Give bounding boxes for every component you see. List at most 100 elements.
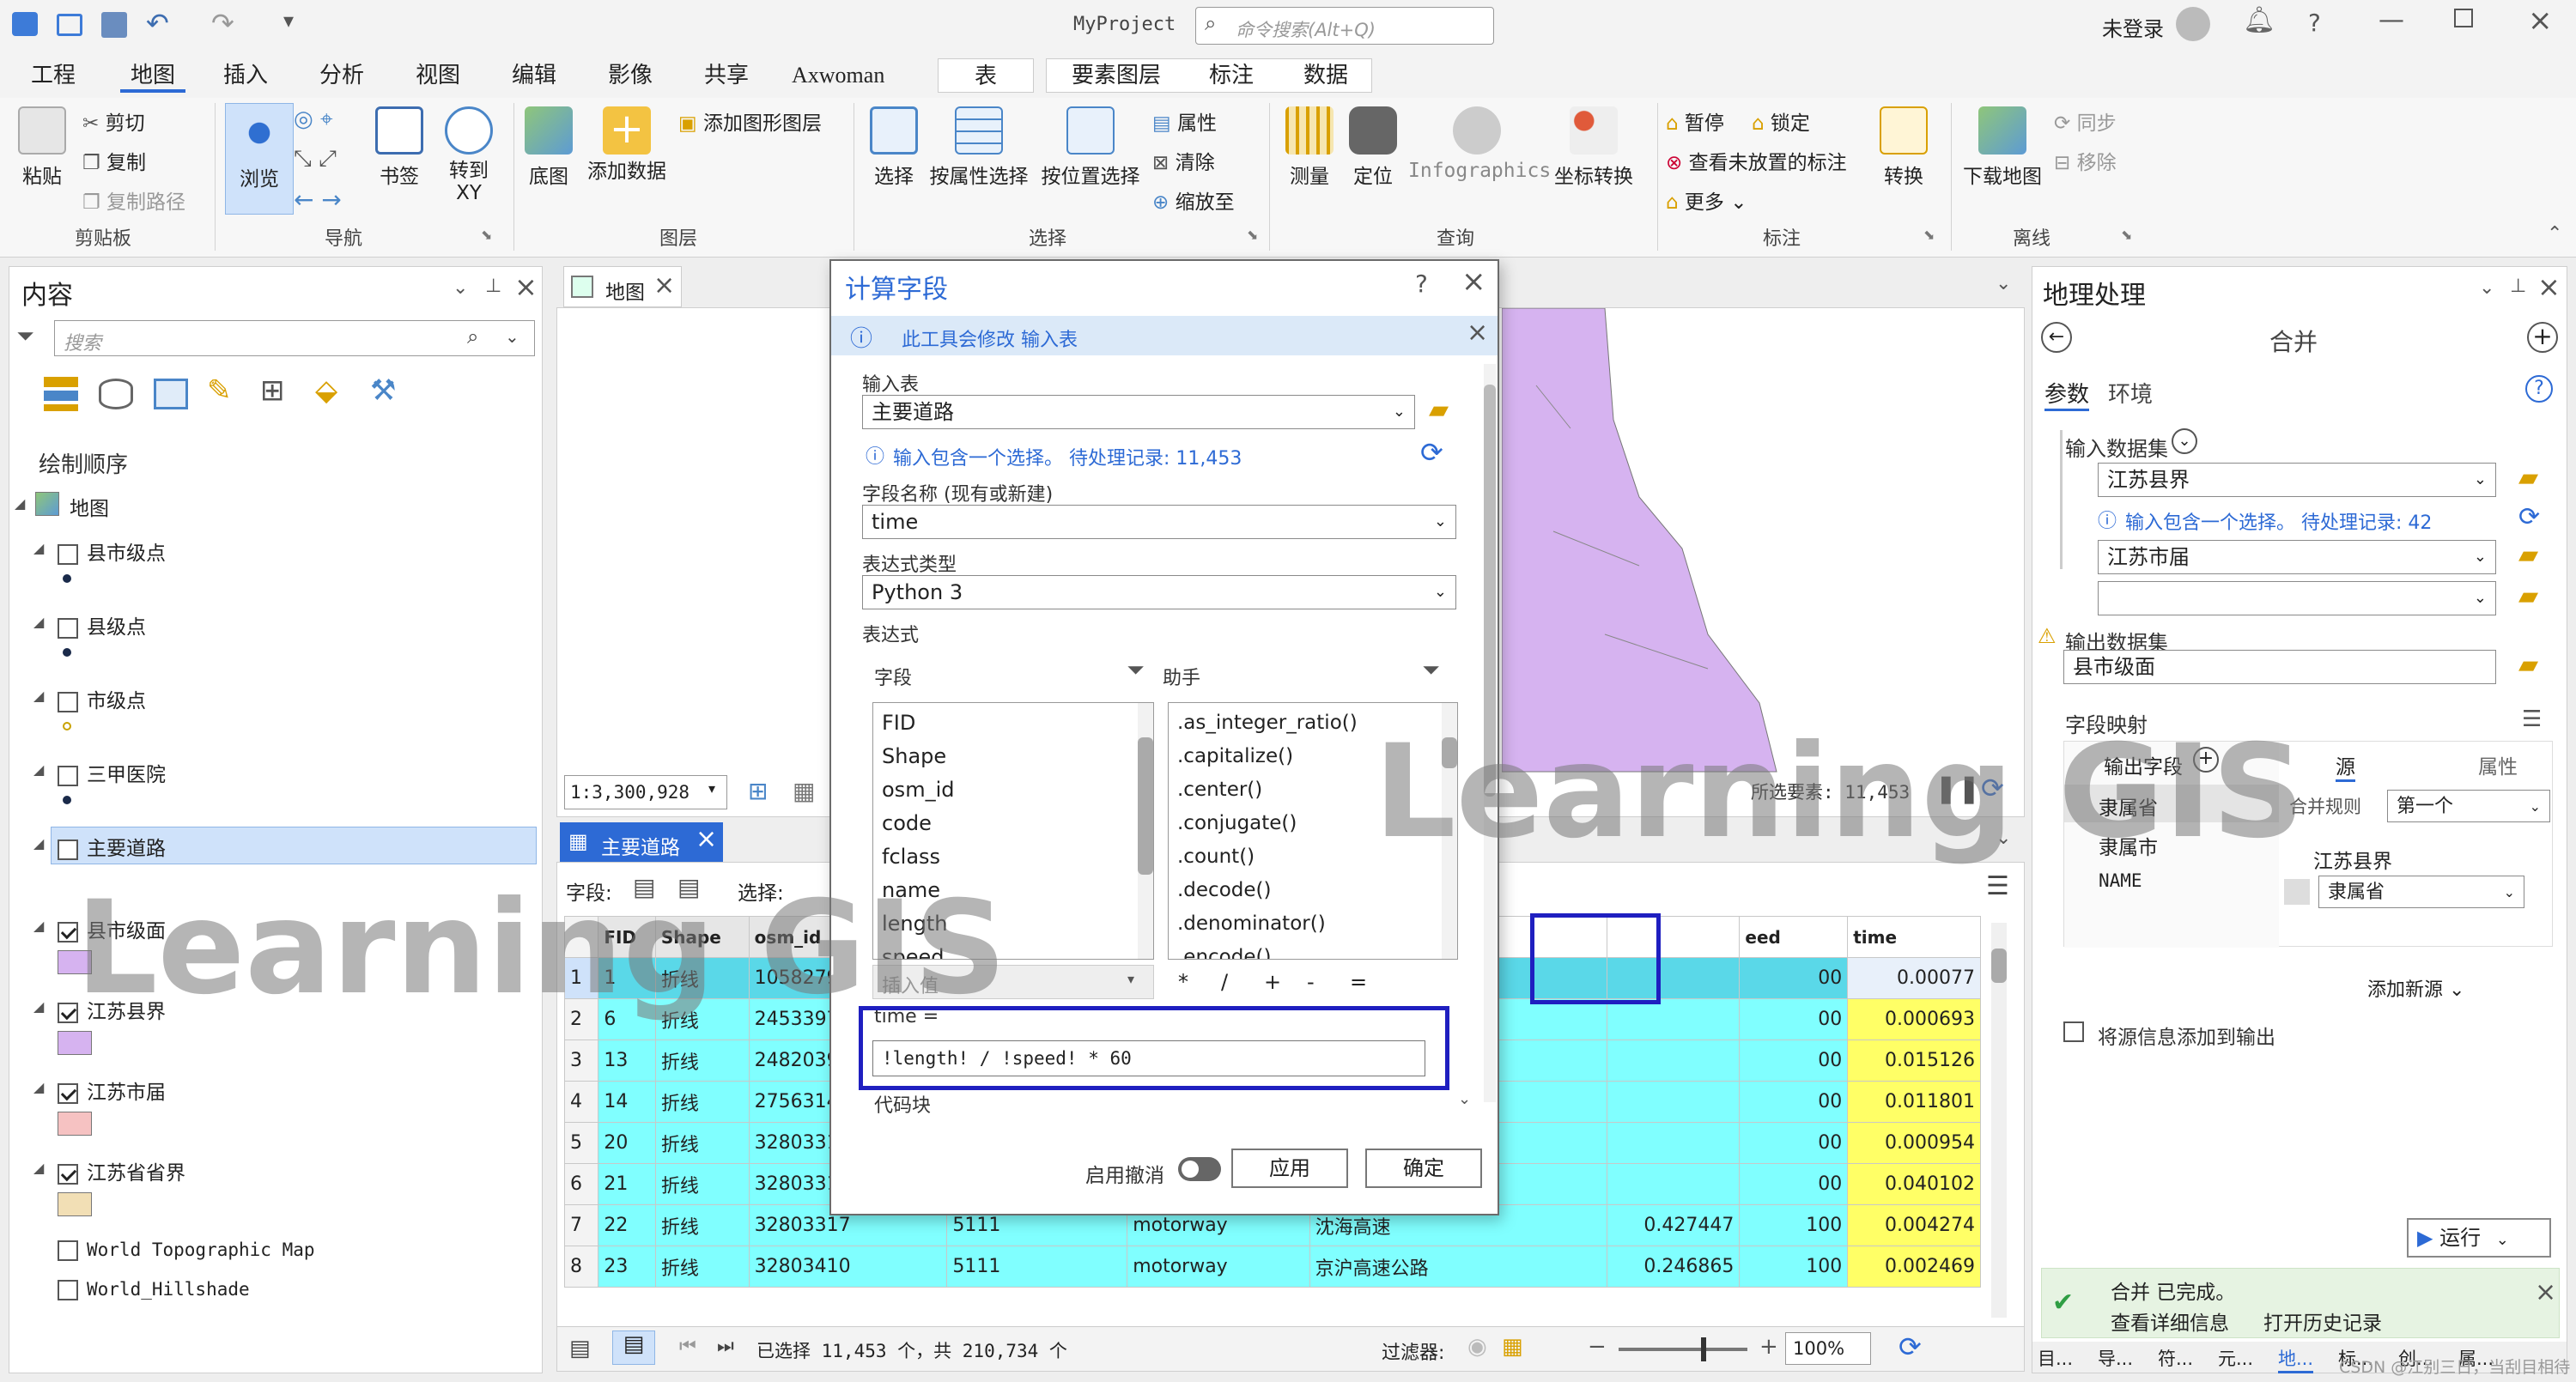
map-node[interactable]: 地图 bbox=[70, 492, 109, 521]
layer-visibility-checkbox[interactable] bbox=[58, 1002, 78, 1023]
table-row[interactable]: 8 23 折线 32803410 5111 motorway 京沪高速公路 0.246865 1… bbox=[563, 1246, 1981, 1288]
helpers-list[interactable]: .as_integer_ratio() .capitalize() .center(… bbox=[1168, 702, 1458, 960]
expand-icon[interactable]: ◢ bbox=[33, 540, 44, 556]
apply-button[interactable]: 应用 bbox=[1231, 1149, 1348, 1188]
field-name-select[interactable]: time ⌄ bbox=[862, 505, 1456, 539]
zoom-in-icon[interactable]: + bbox=[1759, 1334, 1778, 1360]
user-label[interactable]: 未登录 bbox=[2102, 12, 2164, 42]
column-header[interactable]: time bbox=[1847, 916, 1981, 958]
show-selected-icon[interactable]: ▤ bbox=[612, 1330, 655, 1365]
row-number[interactable]: 5 bbox=[563, 1122, 599, 1164]
layer-visibility-checkbox[interactable] bbox=[58, 1240, 78, 1261]
list-by-perspective-icon[interactable]: ⚒ bbox=[370, 373, 396, 408]
merge-rule-select[interactable]: 第一个 ⌄ bbox=[2387, 790, 2550, 822]
operator-button[interactable]: + bbox=[1264, 970, 1281, 994]
layer-visibility-checkbox[interactable] bbox=[58, 691, 78, 712]
chevron-down-icon[interactable]: ⌄ bbox=[1996, 827, 2011, 849]
enable-undo-toggle[interactable] bbox=[1178, 1157, 1221, 1181]
paste-button[interactable]: 粘贴 bbox=[12, 106, 72, 189]
helper-list-item[interactable]: .encode() bbox=[1177, 941, 1449, 959]
field-list-item[interactable]: length bbox=[882, 907, 1145, 941]
input-dataset-1[interactable]: 江苏县界 ⌄ bbox=[2098, 463, 2496, 497]
list-by-source-icon[interactable] bbox=[99, 379, 133, 409]
refresh-icon[interactable]: ⟳ bbox=[1899, 1330, 1922, 1363]
minimize-icon[interactable]: — bbox=[2379, 5, 2404, 35]
list-by-editing-icon[interactable]: ✎ bbox=[207, 373, 232, 408]
show-all-icon[interactable]: ▤ bbox=[569, 1336, 591, 1361]
output-dataset-input[interactable]: 县市级面 bbox=[2063, 650, 2496, 684]
selected-field-row[interactable] bbox=[2064, 785, 2279, 822]
bookmarks-button[interactable]: 书签 bbox=[369, 106, 429, 189]
map-view-tab[interactable]: 地图 × bbox=[563, 266, 682, 307]
zoom-level-select[interactable]: 100% bbox=[1785, 1332, 1871, 1365]
pane-switcher-tab[interactable]: 导... bbox=[2098, 1345, 2133, 1371]
explore-button[interactable]: 浏览 bbox=[225, 103, 294, 215]
refresh-icon[interactable]: ⟳ bbox=[2518, 502, 2540, 532]
redo-icon[interactable]: ↷ bbox=[211, 7, 234, 39]
tab-environments[interactable]: 环境 bbox=[2108, 377, 2153, 409]
folder-icon[interactable]: ▰ bbox=[2518, 463, 2538, 493]
output-field-2[interactable]: 隶属市 bbox=[2099, 831, 2158, 860]
filter-icon[interactable]: ⏷ bbox=[1127, 658, 1145, 684]
layer-visibility-checkbox[interactable] bbox=[58, 1279, 78, 1300]
helper-list-item[interactable]: .decode() bbox=[1177, 874, 1449, 907]
pin-icon[interactable]: ⊥ bbox=[485, 276, 501, 297]
pane-switcher-tab[interactable]: 元... bbox=[2218, 1345, 2253, 1371]
chevron-down-icon[interactable]: ⌄ bbox=[1996, 273, 2011, 294]
column-header[interactable]: eed bbox=[1739, 916, 1849, 958]
attributes-button[interactable]: ▤ 属性 bbox=[1152, 106, 1217, 136]
prev-next-extent-icon[interactable]: ← → bbox=[294, 185, 342, 214]
pane-options-icon[interactable]: ⌄ bbox=[2479, 277, 2494, 299]
helpers-list-scrollbar[interactable] bbox=[1442, 703, 1457, 959]
fields-list-scrollbar[interactable] bbox=[1138, 703, 1153, 959]
zoom-out-icon[interactable]: − bbox=[1588, 1334, 1607, 1360]
add-icon[interactable]: + bbox=[2527, 322, 2558, 353]
close-icon[interactable]: × bbox=[1461, 264, 1486, 299]
layer-item[interactable]: 县市级点 bbox=[58, 536, 166, 566]
operator-button[interactable]: = bbox=[1350, 970, 1367, 994]
add-new-source-button[interactable]: 添加新源 ⌄ bbox=[2367, 974, 2464, 1002]
close-icon[interactable]: × bbox=[2535, 1277, 2556, 1307]
row-number[interactable]: 4 bbox=[563, 1081, 599, 1123]
tab-labeling[interactable]: 标注 bbox=[1199, 58, 1264, 93]
field-list-item[interactable]: osm_id bbox=[882, 773, 1145, 807]
coordinate-convert-button[interactable]: 坐标转换 bbox=[1549, 106, 1638, 189]
tab-data[interactable]: 数据 bbox=[1293, 58, 1358, 93]
expand-icon[interactable]: ◢ bbox=[33, 761, 44, 778]
pane-switcher-tab[interactable]: 地... bbox=[2278, 1345, 2314, 1373]
field-list-item[interactable]: speed bbox=[882, 941, 1145, 959]
zoom-fixed-icon[interactable]: ⤡ ⤢ bbox=[294, 146, 337, 173]
cut-button[interactable]: ✂︎ 剪切 bbox=[82, 106, 145, 136]
more-labels-button[interactable]: ⌂ 更多 ⌄ bbox=[1666, 185, 1747, 215]
maximize-icon[interactable] bbox=[2454, 9, 2473, 27]
tab-edit[interactable]: 编辑 bbox=[501, 58, 567, 93]
open-history-link[interactable]: 打开历史记录 bbox=[2263, 1306, 2382, 1336]
infographics-button[interactable]: Infographics bbox=[1408, 106, 1551, 182]
close-icon[interactable]: × bbox=[653, 270, 675, 300]
row-number[interactable]: 3 bbox=[563, 1040, 599, 1082]
tab-imagery[interactable]: 影像 bbox=[598, 58, 663, 93]
view-unplaced-button[interactable]: ⊗ 查看未放置的标注 bbox=[1666, 146, 1847, 175]
folder-icon[interactable]: ▰ bbox=[2518, 650, 2538, 680]
input-dataset-2[interactable]: 江苏市届 ⌄ bbox=[2098, 540, 2496, 574]
scrollbar-thumb[interactable] bbox=[1991, 949, 2007, 983]
field-list-item[interactable]: fclass bbox=[882, 840, 1145, 874]
app-icon[interactable] bbox=[12, 12, 38, 36]
folder-icon[interactable]: ▰ bbox=[2518, 540, 2538, 570]
zoom-to-button[interactable]: ⊕ 缩放至 bbox=[1152, 185, 1235, 215]
help-icon[interactable]: ? bbox=[2308, 9, 2321, 37]
tab-view[interactable]: 视图 bbox=[405, 58, 471, 93]
copy-path-button[interactable]: ❐ 复制路径 bbox=[82, 185, 185, 215]
expand-icon[interactable]: ◢ bbox=[33, 835, 44, 852]
chevron-down-icon[interactable]: ⌄ bbox=[1458, 1090, 1471, 1108]
list-by-selection-icon[interactable] bbox=[154, 379, 188, 409]
tab-properties[interactable]: 属性 bbox=[2478, 750, 2518, 779]
helper-list-item[interactable]: .denominator() bbox=[1177, 907, 1449, 941]
scrollbar-thumb[interactable] bbox=[1442, 737, 1457, 768]
close-icon[interactable]: × bbox=[1467, 318, 1488, 348]
tab-source[interactable]: 源 bbox=[2336, 750, 2355, 782]
convert-button[interactable]: 转换 bbox=[1874, 106, 1934, 189]
row-number[interactable]: 1 bbox=[563, 957, 599, 999]
column-header[interactable]: FID bbox=[598, 916, 656, 958]
layer-visibility-checkbox[interactable] bbox=[58, 839, 78, 860]
